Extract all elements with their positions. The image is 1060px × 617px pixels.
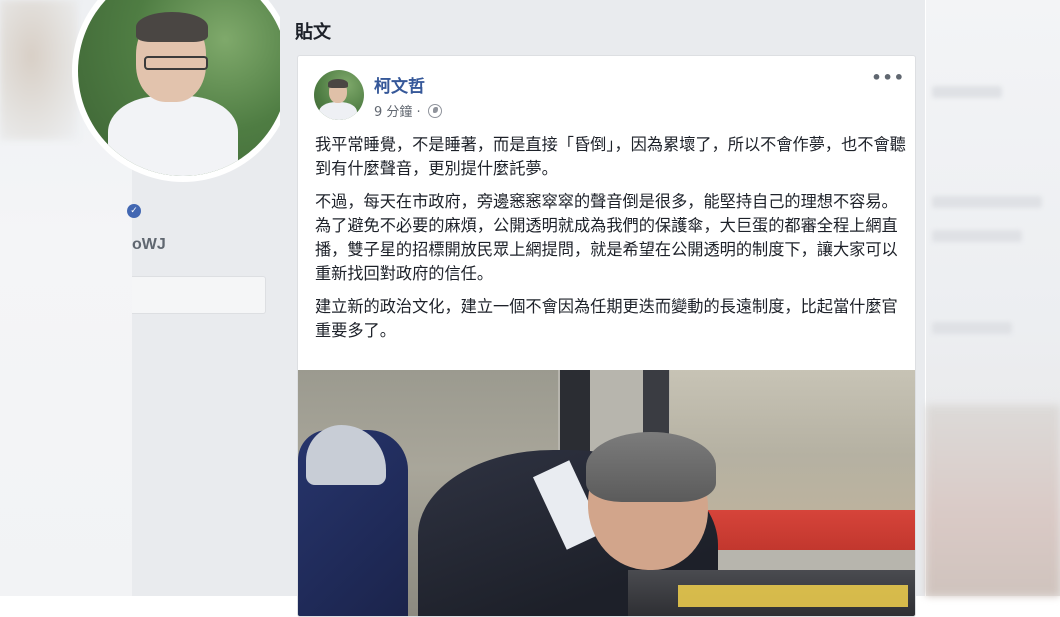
post-photo[interactable] bbox=[298, 370, 915, 616]
author-avatar[interactable] bbox=[314, 70, 364, 120]
more-options-icon[interactable]: ••• bbox=[871, 68, 905, 87]
meta-separator: · bbox=[416, 105, 421, 120]
sidebar-button[interactable] bbox=[132, 276, 266, 314]
globe-icon[interactable] bbox=[427, 104, 442, 118]
post-paragraph: 我平常睡覺，不是睡著，而是直接「昏倒」，因為累壞了，所以不會作夢，也不會聽到有什… bbox=[315, 135, 906, 178]
post-paragraph: 建立新的政治文化，建立一個不會因為任期更迭而變動的長遠制度，比起當什麼官重要多了… bbox=[315, 297, 898, 340]
post-meta: 9 分鐘 · bbox=[374, 101, 442, 120]
blurred-right-margin bbox=[926, 0, 1060, 596]
post-body: 我平常睡覺，不是睡著，而是直接「昏倒」，因為累壞了，所以不會作夢，也不會聽到有什… bbox=[315, 133, 907, 352]
post-author[interactable]: 柯文哲 bbox=[374, 72, 425, 97]
blurred-background bbox=[0, 0, 78, 140]
profile-photo bbox=[78, 0, 288, 176]
section-title: 貼文 bbox=[295, 22, 331, 43]
verified-badge-icon: ✓ bbox=[127, 204, 141, 218]
page-username[interactable]: oWJ bbox=[132, 236, 166, 254]
post-card: 柯文哲 9 分鐘 · ••• 我平常睡覺，不是睡著，而是直接「昏倒」，因為累壞了… bbox=[297, 55, 916, 617]
post-timestamp[interactable]: 9 分鐘 bbox=[374, 105, 412, 120]
post-paragraph: 不過，每天在市政府，旁邊窸窸窣窣的聲音倒是很多，能堅持自己的理想不容易。為了避免… bbox=[315, 192, 898, 283]
